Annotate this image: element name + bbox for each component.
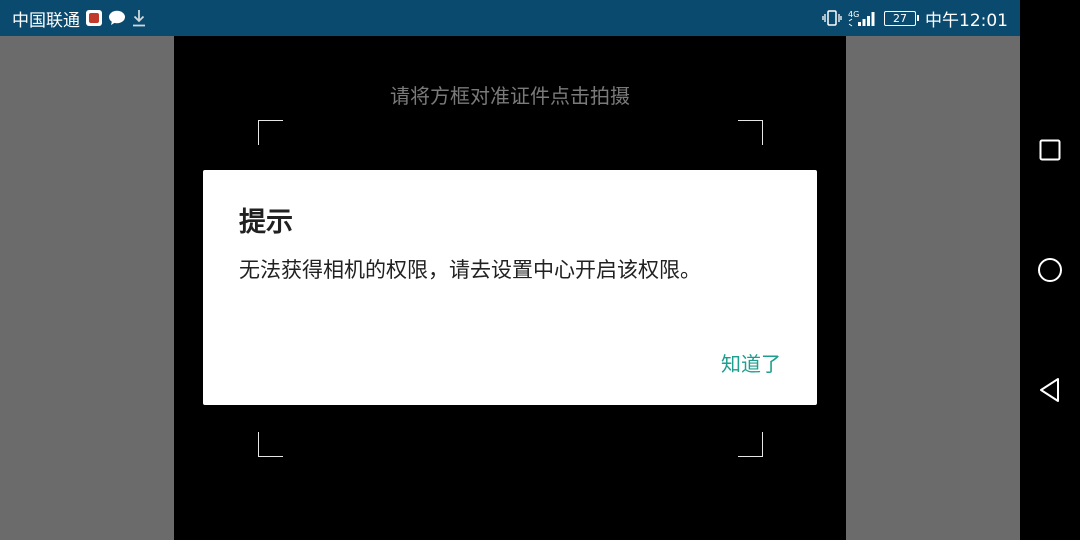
permission-dialog: 提示 无法获得相机的权限，请去设置中心开启该权限。 知道了	[203, 170, 817, 405]
app-badge-icon	[86, 10, 102, 26]
recent-apps-icon	[1039, 139, 1061, 161]
battery-icon: 27	[884, 10, 919, 26]
frame-corner-top-left	[258, 120, 283, 145]
vibrate-icon	[822, 9, 842, 27]
download-icon	[132, 9, 146, 27]
back-icon	[1040, 378, 1059, 402]
right-dim-area	[846, 36, 1020, 540]
navigation-bar	[1020, 0, 1080, 540]
home-button[interactable]	[1034, 254, 1066, 286]
chat-icon	[108, 10, 126, 26]
dialog-title: 提示	[239, 207, 293, 238]
frame-corner-top-right	[738, 120, 763, 145]
status-right: 4G 27 中午12:01	[822, 6, 1008, 31]
left-dim-area	[0, 36, 174, 540]
frame-corner-bottom-right	[738, 432, 763, 457]
clock: 中午12:01	[925, 10, 1008, 31]
confirm-button[interactable]: 知道了	[721, 348, 781, 377]
status-left: 中国联通	[12, 6, 146, 31]
camera-hint: 请将方框对准证件点击拍摄	[390, 84, 630, 108]
frame-corner-bottom-left	[258, 432, 283, 457]
screen: 中国联通 4G 27 中午12:01 请将方框对准证件点击拍摄 提示 无法获得相…	[0, 0, 1080, 540]
battery-level: 27	[884, 10, 916, 26]
back-button[interactable]	[1034, 374, 1066, 406]
home-icon	[1038, 258, 1062, 282]
dialog-message: 无法获得相机的权限，请去设置中心开启该权限。	[239, 258, 701, 282]
carrier-label: 中国联通	[12, 10, 80, 31]
status-bar: 中国联通 4G 27 中午12:01	[0, 0, 1020, 36]
network-type-label: 4G	[848, 10, 859, 19]
signal-icon: 4G	[848, 9, 878, 27]
recent-apps-button[interactable]	[1034, 134, 1066, 166]
